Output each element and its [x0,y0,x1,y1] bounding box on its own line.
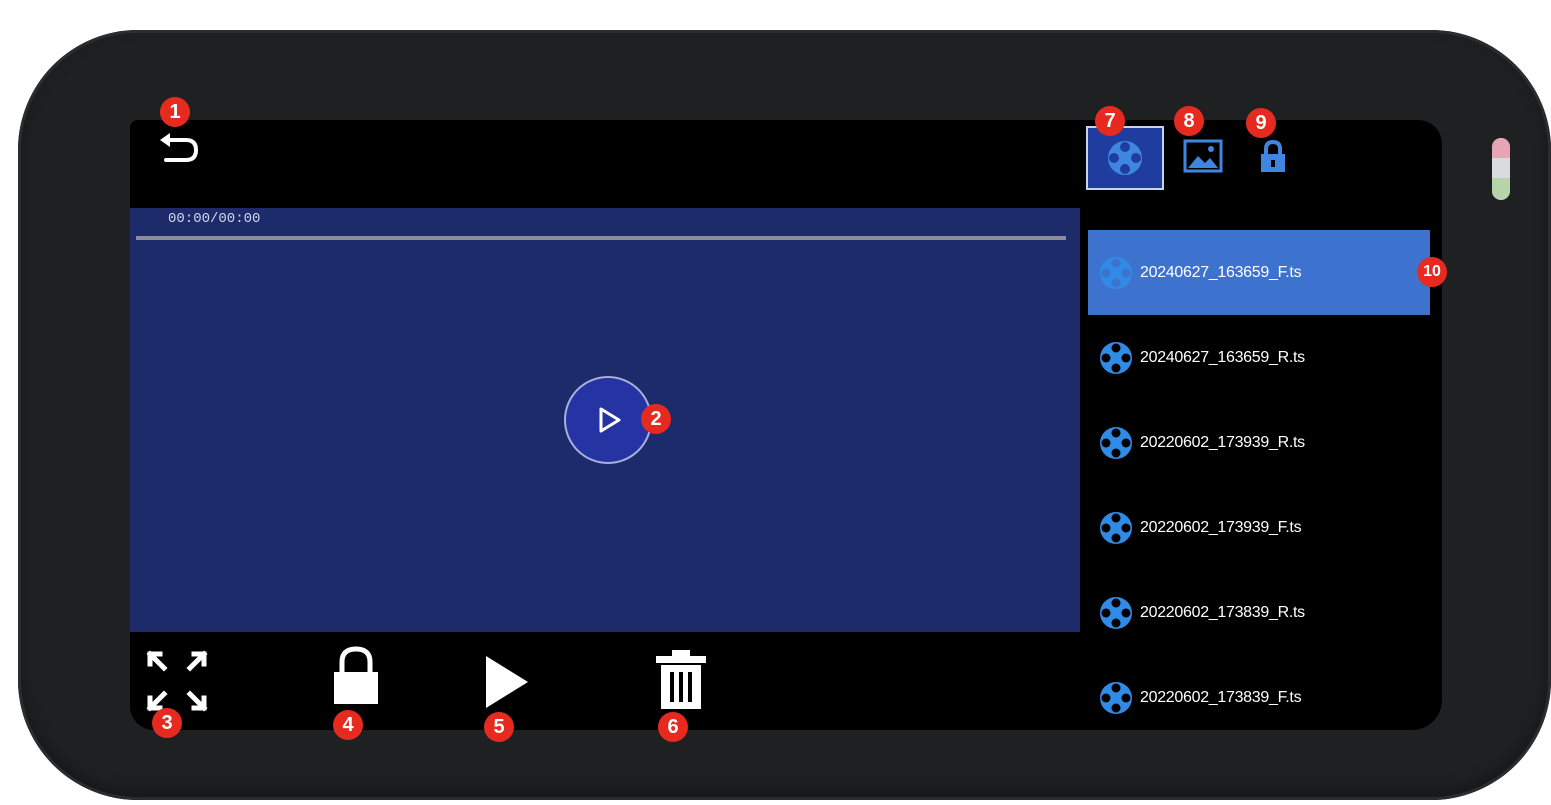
image-icon [1183,139,1223,173]
tab-photo[interactable] [1166,126,1240,186]
list-item[interactable]: 20220602_173939_R.ts [1088,400,1430,485]
file-list: 20240627_163659_F.ts 20240627_163659_R.t… [1088,230,1430,730]
back-arrow-icon [160,133,199,162]
video-reel-icon [1100,341,1132,374]
play-button[interactable] [482,652,532,717]
playback-time: 00:00/00:00 [168,211,261,227]
file-name: 20220602_173839_F.ts [1140,688,1302,706]
trash-icon [656,650,706,709]
video-reel-icon [1100,596,1132,629]
progress-bar[interactable] [136,236,1066,240]
callout-badge-fullscreen: 3 [152,708,182,738]
lock-icon [334,646,378,704]
file-name: 20240627_163659_F.ts [1140,263,1302,281]
playback-controls [130,632,1080,730]
video-reel-icon [1100,681,1132,714]
callout-badge-back: 1 [160,97,190,127]
callout-badge-lock: 4 [333,710,363,740]
lock-icon [1261,139,1285,172]
callout-badge-play: 5 [484,712,514,742]
status-led [1492,138,1510,200]
list-item[interactable]: 20240627_163659_F.ts [1088,230,1430,315]
file-name: 20240627_163659_R.ts [1140,348,1305,366]
callout-badge-delete: 6 [658,712,688,742]
callout-badge-tab-locked: 9 [1246,108,1276,138]
callout-badge-file-list: 10 [1417,257,1447,287]
video-preview: 00:00/00:00 [130,208,1080,632]
list-item[interactable]: 20220602_173939_F.ts [1088,485,1430,570]
video-reel-icon [1100,426,1132,459]
device-screen: 00:00/00:00 20240627_163659_F.ts 2024062… [130,120,1442,730]
play-outline-icon [599,407,621,433]
file-name: 20220602_173839_R.ts [1140,603,1305,621]
fullscreen-icon [146,650,208,712]
fullscreen-button[interactable] [144,648,210,719]
center-play-button[interactable] [564,376,652,464]
file-name: 20220602_173939_R.ts [1140,433,1305,451]
video-reel-icon [1100,511,1132,544]
video-reel-icon [1108,141,1142,175]
video-reel-icon [1100,256,1132,289]
callout-badge-tab-photo: 8 [1174,106,1204,136]
back-button[interactable] [156,130,200,170]
callout-badge-center-play: 2 [641,404,671,434]
list-item[interactable]: 20240627_163659_R.ts [1088,315,1430,400]
callout-badge-tab-video: 7 [1095,106,1125,136]
delete-button[interactable] [654,648,708,717]
file-name: 20220602_173939_F.ts [1140,518,1302,536]
list-item[interactable]: 20220602_173839_R.ts [1088,570,1430,655]
play-icon [486,656,528,708]
lock-file-button[interactable] [330,644,382,711]
list-item[interactable]: 20220602_173839_F.ts [1088,655,1430,730]
tab-locked[interactable] [1236,126,1310,186]
tab-video[interactable] [1086,126,1164,190]
